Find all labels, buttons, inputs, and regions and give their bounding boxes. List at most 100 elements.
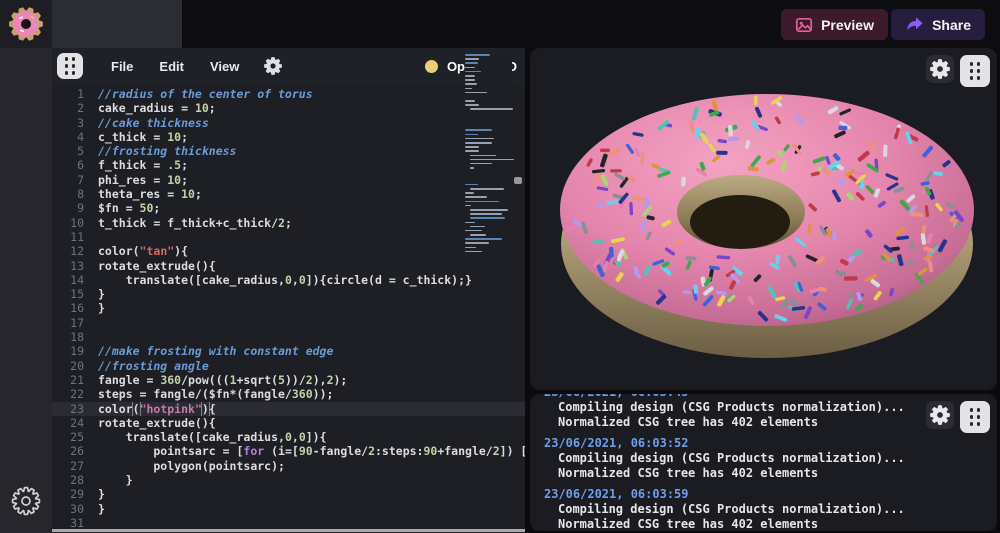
vertical-scrollbar[interactable] (514, 48, 522, 525)
code-line[interactable]: 22steps = fangle/($fn*(fangle/360)); (52, 387, 525, 401)
code-line[interactable]: 13rotate_extrude(){ (52, 259, 525, 273)
line-text: //frosting angle (98, 359, 525, 373)
line-text: } (98, 473, 525, 487)
code-line[interactable]: 16} (52, 301, 525, 315)
gear-icon (263, 56, 283, 76)
code-line[interactable]: 31 (52, 516, 525, 529)
line-text: //radius of the center of torus (98, 87, 525, 101)
app-logo[interactable] (0, 0, 52, 48)
code-line[interactable]: 24rotate_extrude(){ (52, 416, 525, 430)
language-status-dot (425, 60, 438, 73)
code-line[interactable]: 10t_thick = f_thick+c_thick/2; (52, 216, 525, 230)
code-line[interactable]: 28 } (52, 473, 525, 487)
code-line[interactable]: 5//frosting thickness (52, 144, 525, 158)
line-number: 29 (52, 487, 98, 501)
code-line[interactable]: 17 (52, 316, 525, 330)
code-line[interactable]: 26 pointsarc = [for (i=[90-fangle/2:step… (52, 444, 525, 458)
menu-item-edit[interactable]: Edit (159, 59, 184, 74)
line-text: pointsarc = [for (i=[90-fangle/2:steps:9… (98, 444, 525, 458)
grid-handle-icon (970, 62, 981, 80)
line-number: 1 (52, 87, 98, 101)
line-text: $fn = 50; (98, 201, 525, 215)
line-text: phi_res = 10; (98, 173, 525, 187)
preview-button-label: Preview (821, 17, 874, 33)
line-number: 15 (52, 287, 98, 301)
line-text: //make frosting with constant edge (98, 344, 525, 358)
curved-arrow-icon (905, 16, 924, 33)
code-line[interactable]: 15} (52, 287, 525, 301)
line-text: polygon(pointsarc); (98, 459, 525, 473)
line-text: translate([cake_radius,0,0]){circle(d = … (98, 273, 525, 287)
line-number: 24 (52, 416, 98, 430)
line-number: 25 (52, 430, 98, 444)
image-icon (795, 16, 813, 34)
left-sidebar (0, 48, 52, 533)
console-entry: 23/06/2021, 06:03:59Compiling design (CS… (544, 487, 997, 531)
code-line[interactable]: 4c_thick = 10; (52, 130, 525, 144)
code-line[interactable]: 2cake_radius = 10; (52, 101, 525, 115)
line-number: 19 (52, 344, 98, 358)
line-number: 30 (52, 502, 98, 516)
file-tab[interactable] (52, 0, 182, 48)
console-panel[interactable]: 23/06/2021, 06:03:45Compiling design (CS… (530, 394, 997, 531)
line-text: c_thick = 10; (98, 130, 525, 144)
line-number: 27 (52, 459, 98, 473)
code-line[interactable]: 7phi_res = 10; (52, 173, 525, 187)
code-area[interactable]: 1//radius of the center of torus2cake_ra… (52, 84, 525, 529)
code-line[interactable]: 8theta_res = 10; (52, 187, 525, 201)
code-line[interactable]: 12color("tan"){ (52, 244, 525, 258)
3d-viewport-panel[interactable] (530, 48, 997, 390)
share-button[interactable]: Share (891, 9, 985, 40)
editor-settings-button[interactable] (263, 56, 283, 76)
donut-gear-logo-icon (7, 5, 45, 43)
code-line[interactable]: 29} (52, 487, 525, 501)
code-line[interactable]: 3//cake thickness (52, 116, 525, 130)
line-number: 21 (52, 373, 98, 387)
horizontal-scrollbar[interactable] (52, 529, 525, 532)
editor-menu: File Edit View (111, 59, 239, 74)
line-text: rotate_extrude(){ (98, 259, 525, 273)
editor-drag-handle[interactable] (57, 53, 83, 79)
line-text: t_thick = f_thick+c_thick/2; (98, 216, 525, 230)
code-line[interactable]: 9$fn = 50; (52, 201, 525, 215)
line-text: color("tan"){ (98, 244, 525, 258)
code-line[interactable]: 23color("hotpink"){ (52, 402, 525, 416)
line-number: 11 (52, 230, 98, 244)
line-text: cake_radius = 10; (98, 101, 525, 115)
gear-outline-icon (9, 484, 43, 518)
line-number: 20 (52, 359, 98, 373)
code-line[interactable]: 20//frosting angle (52, 359, 525, 373)
settings-button[interactable] (9, 484, 43, 523)
code-line[interactable]: 21fangle = 360/pow(((1+sqrt(5))/2),2); (52, 373, 525, 387)
line-number: 12 (52, 244, 98, 258)
vertical-scrollbar-thumb[interactable] (514, 177, 522, 184)
menu-item-view[interactable]: View (210, 59, 239, 74)
line-text (98, 230, 525, 244)
console-settings-button[interactable] (926, 401, 954, 429)
code-line[interactable]: 1//radius of the center of torus (52, 87, 525, 101)
viewport-settings-button[interactable] (926, 55, 954, 83)
console-drag-handle[interactable] (960, 401, 990, 433)
line-text: //frosting thickness (98, 144, 525, 158)
code-line[interactable]: 27 polygon(pointsarc); (52, 459, 525, 473)
line-number: 16 (52, 301, 98, 315)
grid-handle-icon (65, 57, 76, 75)
line-number: 3 (52, 116, 98, 130)
console-timestamp: 23/06/2021, 06:03:59 (544, 487, 997, 502)
line-number: 22 (52, 387, 98, 401)
code-line[interactable]: 19//make frosting with constant edge (52, 344, 525, 358)
viewport-drag-handle[interactable] (960, 55, 990, 87)
console-message: Compiling design (CSG Products normaliza… (544, 502, 997, 517)
menu-item-file[interactable]: File (111, 59, 133, 74)
code-line[interactable]: 30} (52, 502, 525, 516)
line-text: f_thick = .5; (98, 158, 525, 172)
minimap[interactable] (465, 54, 512, 255)
code-line[interactable]: 18 (52, 330, 525, 344)
code-line[interactable]: 25 translate([cake_radius,0,0]){ (52, 430, 525, 444)
line-number: 26 (52, 444, 98, 458)
code-line[interactable]: 6f_thick = .5; (52, 158, 525, 172)
code-line[interactable]: 11 (52, 230, 525, 244)
code-line[interactable]: 14 translate([cake_radius,0,0]){circle(d… (52, 273, 525, 287)
preview-button[interactable]: Preview (781, 9, 888, 40)
console-message: Normalized CSG tree has 402 elements (544, 517, 997, 531)
